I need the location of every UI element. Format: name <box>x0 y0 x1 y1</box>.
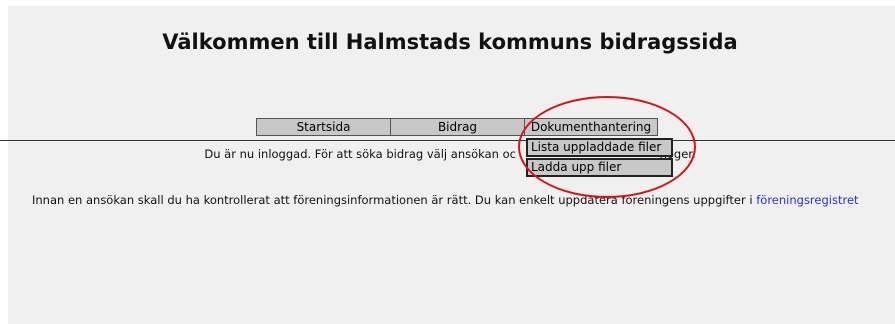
dokumenthantering-dropdown: Lista uppladdade filer Ladda upp filer <box>526 138 673 178</box>
login-message-start: Du är nu inloggad. För att söka bidrag v… <box>204 147 516 161</box>
login-message: Du är nu inloggad. För att söka bidrag v… <box>0 147 895 161</box>
menu-item-ladda-upp-filer[interactable]: Ladda upp filer <box>526 158 673 177</box>
foreningsregistret-link[interactable]: föreningsregistret <box>756 193 858 207</box>
tab-startsida[interactable]: Startsida <box>256 118 390 136</box>
tab-dokumenthantering[interactable]: Dokumenthantering <box>524 118 658 136</box>
info-message-text: Innan en ansökan skall du ha kontrollera… <box>32 193 757 207</box>
tab-bidrag[interactable]: Bidrag <box>390 118 524 136</box>
divider-line <box>0 140 895 141</box>
page-title: Välkommen till Halmstads kommuns bidrags… <box>162 30 738 54</box>
menu-item-lista-uppladdade-filer[interactable]: Lista uppladdade filer <box>526 138 673 157</box>
main-nav: Startsida Bidrag Dokumenthantering <box>256 118 658 136</box>
info-message: Innan en ansökan skall du ha kontrollera… <box>32 193 859 207</box>
